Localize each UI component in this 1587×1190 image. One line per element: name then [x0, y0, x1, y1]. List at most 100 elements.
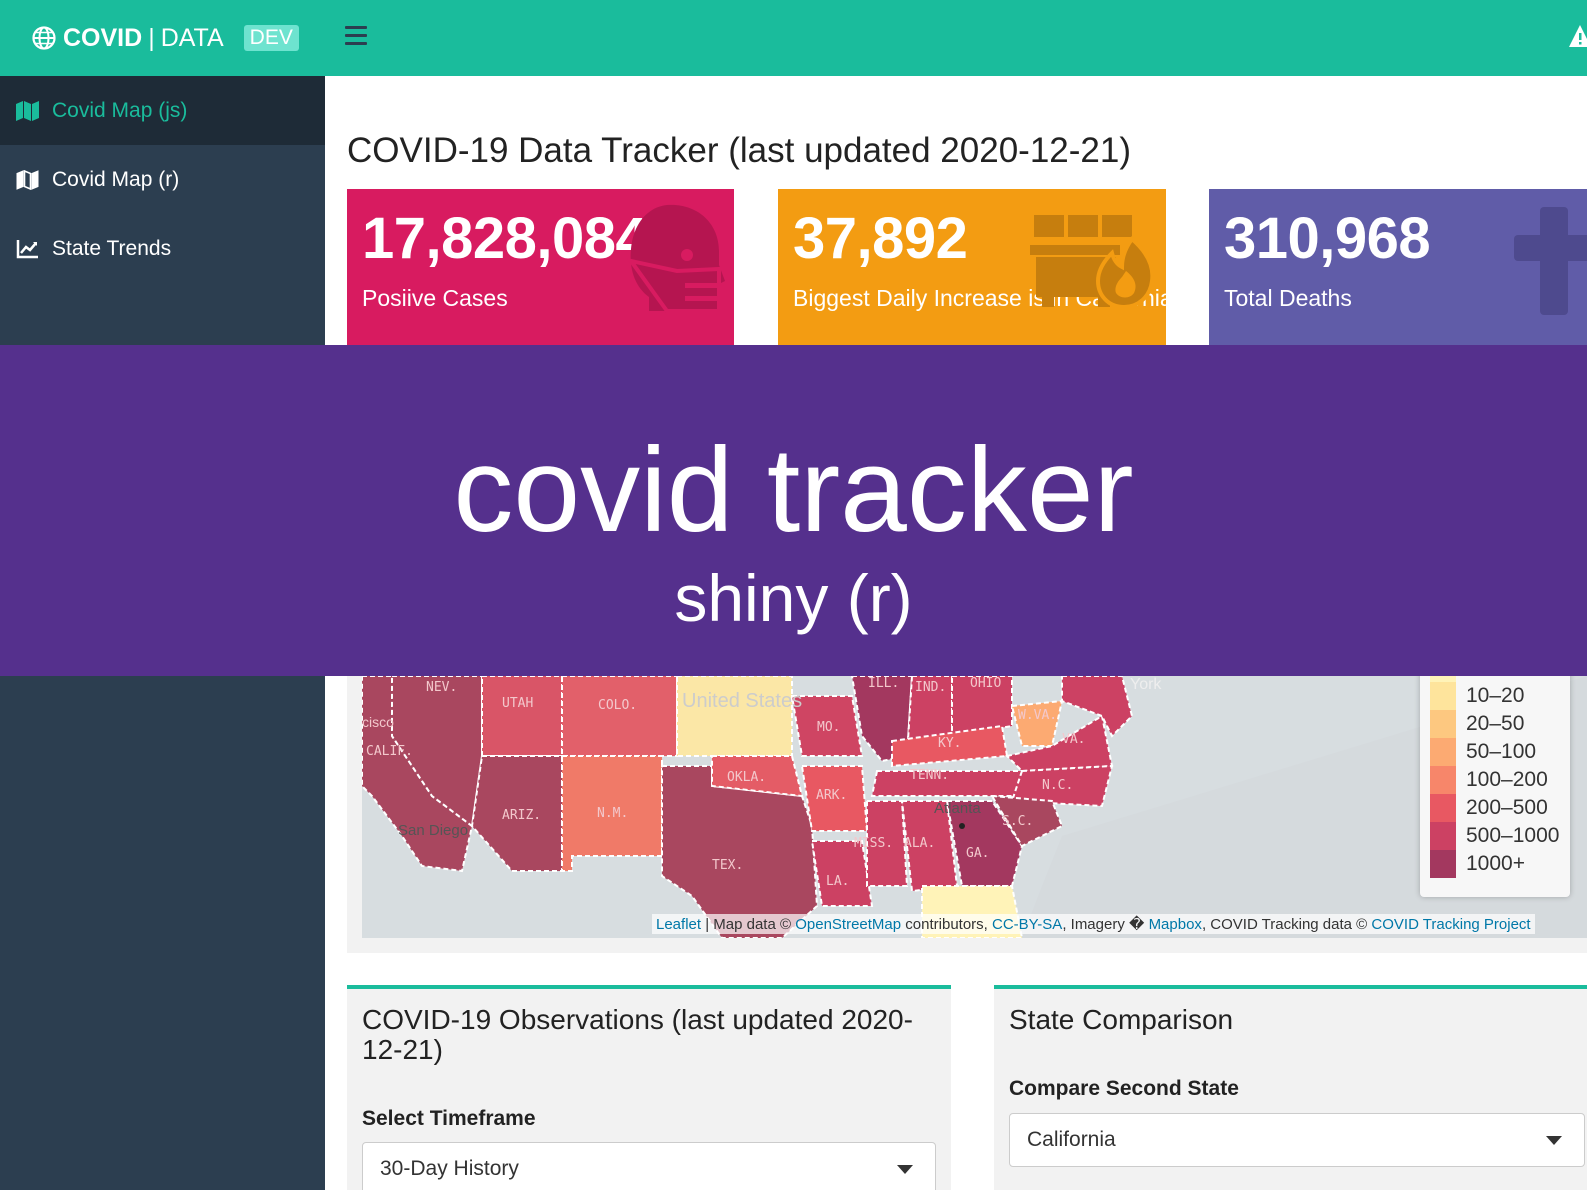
legend-label: 500–1000: [1466, 824, 1560, 847]
observations-box: COVID-19 Observations (last updated 2020…: [347, 985, 951, 1190]
state-colorado: [561, 676, 678, 757]
choropleth-map[interactable]: NEV. UTAH COLO. United States CALIF. cis…: [362, 676, 1587, 938]
timeframe-select[interactable]: 30-Day History: [362, 1142, 936, 1190]
dumpster-fire-icon: [1030, 215, 1155, 309]
map-label-nm: N.M.: [597, 806, 629, 821]
map-label-ny: York: [1130, 676, 1162, 693]
legend-label: 10–20: [1466, 684, 1525, 707]
cross-icon: [1514, 207, 1587, 315]
map-label-ind: IND.: [915, 680, 947, 695]
legend-swatch: [1430, 850, 1456, 878]
comparison-title: State Comparison: [1009, 1004, 1234, 1035]
legend-row: 100–200: [1420, 766, 1570, 794]
map-label-okla: OKLA.: [727, 770, 767, 785]
value-box-label: Total Deaths: [1224, 285, 1352, 311]
value-box-value: 310,968: [1224, 206, 1431, 271]
value-box-value: 37,892: [793, 206, 968, 271]
page-title: COVID-19 Data Tracker (last updated 2020…: [347, 131, 1131, 170]
legend-label: 50–100: [1466, 740, 1537, 763]
timeframe-selected-value: 30-Day History: [380, 1157, 519, 1180]
legend-label: 1000+: [1466, 852, 1525, 875]
map-label-nev: NEV.: [426, 680, 458, 695]
brand-covid: COVID: [63, 23, 143, 52]
map-label-nc: N.C.: [1042, 778, 1074, 793]
mapbox-link[interactable]: Mapbox: [1149, 916, 1202, 933]
city-atlanta-dot: [959, 823, 965, 829]
map-label-tenn: TENN.: [910, 768, 950, 783]
map-label-utah: UTAH: [502, 696, 534, 711]
map-label-ark: ARK.: [816, 788, 848, 803]
sidebar-item-label: Covid Map (js): [52, 98, 188, 122]
sidebar-item-label: Covid Map (r): [52, 167, 180, 191]
map-outline-icon: [16, 169, 39, 190]
attribution-text: contributors,: [901, 916, 992, 933]
state-utah: [481, 676, 563, 757]
line-chart-icon: [16, 239, 38, 258]
brand-separator: |: [148, 23, 155, 52]
map-attribution: Leaflet | Map data © OpenStreetMap contr…: [652, 914, 1535, 934]
globe-icon: [32, 26, 56, 50]
map-label-ill: ILL.: [868, 676, 900, 691]
second-state-selected-value: California: [1027, 1128, 1116, 1151]
sidebar-item-covid-map-js[interactable]: Covid Map (js): [0, 76, 325, 145]
warning-icon[interactable]: [1569, 24, 1587, 48]
banner-title: covid tracker: [453, 423, 1134, 557]
osm-link[interactable]: OpenStreetMap: [795, 916, 901, 933]
map-label-sd: San Diego: [398, 822, 469, 839]
map-label-va: VA.: [1062, 732, 1086, 747]
covid-tracking-link[interactable]: COVID Tracking Project: [1371, 916, 1530, 933]
value-box-total-deaths: 310,968 Total Deaths: [1209, 189, 1587, 359]
map-icon: [16, 100, 39, 121]
map-label-sc: S.C.: [1002, 814, 1034, 829]
legend-label: 20–50: [1466, 712, 1525, 735]
dev-badge: DEV: [243, 25, 299, 51]
map-label-miss: MISS.: [854, 836, 894, 851]
legend-row: 500–1000: [1420, 822, 1570, 850]
map-label-tex: TEX.: [712, 858, 744, 873]
legend-swatch: [1430, 766, 1456, 794]
map-label-la: LA.: [826, 874, 850, 889]
legend-row: 1000+: [1420, 850, 1570, 878]
legend-swatch: [1430, 710, 1456, 738]
map-label-mo: MO.: [817, 720, 841, 735]
second-state-select[interactable]: California: [1009, 1113, 1585, 1167]
legend-label: 100–200: [1466, 768, 1548, 791]
value-box-label: Posiive Cases: [362, 285, 508, 311]
sidebar-item-covid-map-r[interactable]: Covid Map (r): [0, 145, 325, 214]
top-navbar: COVID | DATA DEV: [0, 0, 1587, 76]
legend-row: 200–500: [1420, 794, 1570, 822]
value-box-positive-cases: 17,828,084 Posiive Cases: [347, 189, 734, 359]
brand-data: DATA: [160, 23, 224, 52]
cc-by-sa-link[interactable]: CC-BY-SA: [992, 916, 1062, 933]
attribution-text: , COVID Tracking data ©: [1201, 916, 1372, 933]
map-label-ky: KY.: [938, 736, 962, 751]
brand-logo[interactable]: COVID | DATA DEV: [0, 0, 325, 76]
state-kansas-region: [676, 676, 793, 757]
observations-title: COVID-19 Observations (last updated 2020…: [362, 1004, 913, 1065]
attribution-text: | Map data ©: [701, 916, 796, 933]
map-label-ga: GA.: [966, 846, 990, 861]
sidebar-item-state-trends[interactable]: State Trends: [0, 214, 325, 283]
map-label-calif: CALIF.: [366, 744, 413, 759]
leaflet-link[interactable]: Leaflet: [656, 916, 701, 933]
app-screen: COVID | DATA DEV Covid Map (js) Covid Ma…: [0, 0, 1587, 1190]
legend-swatch: [1430, 794, 1456, 822]
state-comparison-box: State Comparison Compare Second State Ca…: [994, 985, 1587, 1190]
second-state-label: Compare Second State: [1009, 1077, 1239, 1100]
value-box-value: 17,828,084: [362, 206, 648, 271]
title-banner: covid tracker shiny (r): [0, 345, 1587, 676]
legend-swatch: [1430, 738, 1456, 766]
hamburger-icon[interactable]: [345, 26, 367, 48]
chevron-down-icon: [1546, 1136, 1562, 1145]
chevron-down-icon: [897, 1165, 913, 1174]
value-box-daily-increase: 37,892 Biggest Daily Increase is in Cali…: [778, 189, 1166, 359]
map-panel: NEV. UTAH COLO. United States CALIF. cis…: [347, 676, 1587, 953]
banner-subtitle: shiny (r): [674, 561, 913, 635]
legend-swatch: [1430, 682, 1456, 710]
map-label-ala: ALA.: [904, 836, 936, 851]
legend-swatch: [1430, 822, 1456, 850]
attribution-text: , Imagery �: [1062, 916, 1149, 933]
head-mask-icon: [627, 204, 725, 313]
map-label-country: United States: [682, 690, 803, 712]
map-label-colo: COLO.: [598, 698, 638, 713]
